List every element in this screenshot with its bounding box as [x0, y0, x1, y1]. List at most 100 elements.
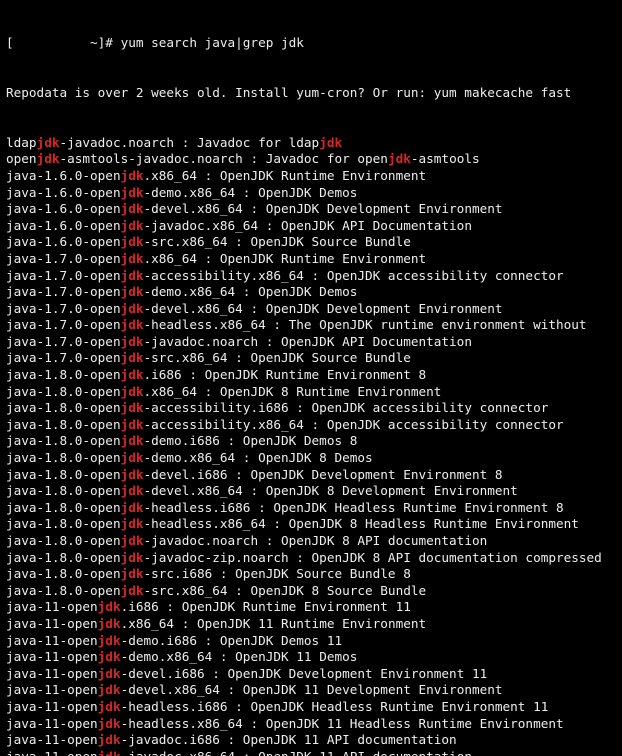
grep-match: jdk: [121, 433, 144, 448]
grep-match: jdk: [121, 301, 144, 316]
output-line: java-1.8.0-openjdk-src.i686 : OpenJDK So…: [6, 566, 616, 583]
output-text: -accessibility.x86_64 : OpenJDK accessib…: [144, 417, 564, 432]
output-text: -javadoc.noarch : Javadoc for ldap: [59, 135, 319, 150]
grep-match: jdk: [388, 151, 411, 166]
output-line: java-1.7.0-openjdk-devel.x86_64 : OpenJD…: [6, 301, 616, 318]
output-text: java-1.6.0-open: [6, 185, 121, 200]
output-line: java-1.6.0-openjdk.x86_64 : OpenJDK Runt…: [6, 168, 616, 185]
output-text: -src.x86_64 : OpenJDK Source Bundle: [144, 234, 411, 249]
grep-match: jdk: [98, 716, 121, 731]
grep-output: ldapjdk-javadoc.noarch : Javadoc for lda…: [6, 135, 616, 756]
output-text: java-1.8.0-open: [6, 500, 121, 515]
prompt-prefix: [ ~]#: [6, 35, 121, 50]
grep-match: jdk: [121, 350, 144, 365]
output-text: java-11-open: [6, 633, 98, 648]
output-text: .x86_64 : OpenJDK Runtime Environment: [144, 168, 427, 183]
grep-match: jdk: [121, 500, 144, 515]
output-text: -javadoc.noarch : OpenJDK 8 API document…: [144, 533, 488, 548]
output-text: java-1.8.0-open: [6, 384, 121, 399]
output-text: ldap: [6, 135, 37, 150]
output-line: java-1.7.0-openjdk-accessibility.x86_64 …: [6, 268, 616, 285]
typed-command: yum search java|grep jdk: [121, 35, 304, 50]
output-line: java-1.7.0-openjdk-src.x86_64 : OpenJDK …: [6, 350, 616, 367]
grep-match: jdk: [121, 251, 144, 266]
grep-match: jdk: [121, 417, 144, 432]
output-line: java-1.7.0-openjdk-demo.x86_64 : OpenJDK…: [6, 284, 616, 301]
output-text: -devel.i686 : OpenJDK Development Enviro…: [121, 666, 488, 681]
output-text: java-11-open: [6, 749, 98, 756]
output-line: openjdk-asmtools-javadoc.noarch : Javado…: [6, 151, 616, 168]
output-text: -demo.i686 : OpenJDK Demos 11: [121, 633, 343, 648]
output-text: open: [6, 151, 37, 166]
output-text: .i686 : OpenJDK Runtime Environment 8: [144, 367, 427, 382]
grep-match: jdk: [98, 616, 121, 631]
grep-match: jdk: [121, 284, 144, 299]
output-text: .x86_64 : OpenJDK 11 Runtime Environment: [121, 616, 427, 631]
output-text: -javadoc-zip.noarch : OpenJDK 8 API docu…: [144, 550, 602, 565]
output-line: java-1.8.0-openjdk-accessibility.x86_64 …: [6, 417, 616, 434]
output-line: java-11-openjdk-javadoc.i686 : OpenJDK 1…: [6, 732, 616, 749]
output-text: java-1.8.0-open: [6, 400, 121, 415]
output-text: -asmtools-javadoc.noarch : Javadoc for o…: [59, 151, 387, 166]
output-text: -headless.x86_64 : OpenJDK 11 Headless R…: [121, 716, 564, 731]
output-text: java-1.8.0-open: [6, 467, 121, 482]
output-line: java-11-openjdk-headless.i686 : OpenJDK …: [6, 699, 616, 716]
output-text: -devel.x86_64 : OpenJDK Development Envi…: [144, 301, 503, 316]
output-text: .i686 : OpenJDK Runtime Environment 11: [121, 599, 411, 614]
output-line: java-1.8.0-openjdk-javadoc.noarch : Open…: [6, 533, 616, 550]
output-text: java-11-open: [6, 716, 98, 731]
grep-match: jdk: [98, 666, 121, 681]
output-text: java-1.8.0-open: [6, 417, 121, 432]
output-text: -javadoc.x86_64 : OpenJDK API Documentat…: [144, 218, 472, 233]
output-text: java-11-open: [6, 732, 98, 747]
output-text: -src.x86_64 : OpenJDK 8 Source Bundle: [144, 583, 427, 598]
output-line: java-11-openjdk.i686 : OpenJDK Runtime E…: [6, 599, 616, 616]
output-line: java-1.6.0-openjdk-devel.x86_64 : OpenJD…: [6, 201, 616, 218]
grep-match: jdk: [121, 467, 144, 482]
grep-match: jdk: [37, 151, 60, 166]
output-line: java-1.8.0-openjdk-headless.i686 : OpenJ…: [6, 500, 616, 517]
grep-match: jdk: [121, 450, 144, 465]
output-text: -accessibility.i686 : OpenJDK accessibil…: [144, 400, 549, 415]
grep-match: jdk: [121, 334, 144, 349]
output-line: java-1.8.0-openjdk-devel.x86_64 : OpenJD…: [6, 483, 616, 500]
grep-match: jdk: [98, 749, 121, 756]
output-line: java-1.8.0-openjdk.x86_64 : OpenJDK 8 Ru…: [6, 384, 616, 401]
output-line: java-1.7.0-openjdk.x86_64 : OpenJDK Runt…: [6, 251, 616, 268]
grep-match: jdk: [121, 516, 144, 531]
grep-match: jdk: [319, 135, 342, 150]
grep-match: jdk: [98, 633, 121, 648]
output-text: java-1.8.0-open: [6, 450, 121, 465]
output-text: -devel.x86_64 : OpenJDK 11 Development E…: [121, 682, 503, 697]
grep-match: jdk: [121, 550, 144, 565]
terminal[interactable]: [ ~]# yum search java|grep jdk Repodata …: [0, 0, 622, 756]
output-text: java-11-open: [6, 649, 98, 664]
output-text: java-1.6.0-open: [6, 168, 121, 183]
grep-match: jdk: [121, 367, 144, 382]
grep-match: jdk: [121, 483, 144, 498]
grep-match: jdk: [121, 566, 144, 581]
grep-match: jdk: [121, 201, 144, 216]
output-text: -javadoc.x86_64 : OpenJDK 11 API documen…: [121, 749, 472, 756]
output-text: -devel.i686 : OpenJDK Development Enviro…: [144, 467, 503, 482]
output-text: java-1.6.0-open: [6, 201, 121, 216]
output-text: -javadoc.noarch : OpenJDK API Documentat…: [144, 334, 472, 349]
output-text: java-1.8.0-open: [6, 566, 121, 581]
output-text: -devel.x86_64 : OpenJDK 8 Development En…: [144, 483, 518, 498]
output-text: -demo.i686 : OpenJDK Demos 8: [144, 433, 358, 448]
grep-match: jdk: [98, 599, 121, 614]
output-text: java-1.7.0-open: [6, 251, 121, 266]
output-text: java-1.7.0-open: [6, 350, 121, 365]
grep-match: jdk: [98, 732, 121, 747]
grep-match: jdk: [98, 682, 121, 697]
output-text: .x86_64 : OpenJDK Runtime Environment: [144, 251, 427, 266]
output-text: -javadoc.i686 : OpenJDK 11 API documenta…: [121, 732, 457, 747]
output-line: java-1.8.0-openjdk-src.x86_64 : OpenJDK …: [6, 583, 616, 600]
repodata-line: Repodata is over 2 weeks old. Install yu…: [6, 85, 616, 102]
output-text: java-1.6.0-open: [6, 218, 121, 233]
output-text: java-1.8.0-open: [6, 583, 121, 598]
output-text: java-1.8.0-open: [6, 483, 121, 498]
output-text: -demo.x86_64 : OpenJDK 11 Demos: [121, 649, 358, 664]
output-text: -headless.i686 : OpenJDK Headless Runtim…: [144, 500, 564, 515]
output-line: java-11-openjdk-demo.x86_64 : OpenJDK 11…: [6, 649, 616, 666]
